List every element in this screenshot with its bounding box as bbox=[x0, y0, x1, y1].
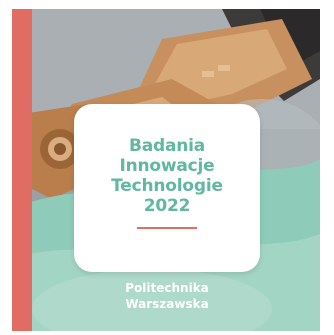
title-line-3: Technologie bbox=[111, 176, 223, 196]
thumbnail-frame: Badania Innowacje Technologie 2022 Polit… bbox=[0, 0, 334, 335]
title-line-1: Badania bbox=[128, 136, 206, 156]
publisher-line-2: Warszawska bbox=[125, 297, 209, 311]
title-card: Badania Innowacje Technologie 2022 bbox=[74, 104, 260, 272]
publisher-line-1: Politechnika bbox=[125, 281, 209, 295]
title-line-year: 2022 bbox=[143, 196, 191, 216]
title-line-2: Innowacje bbox=[119, 156, 215, 176]
title-underline bbox=[137, 227, 197, 229]
